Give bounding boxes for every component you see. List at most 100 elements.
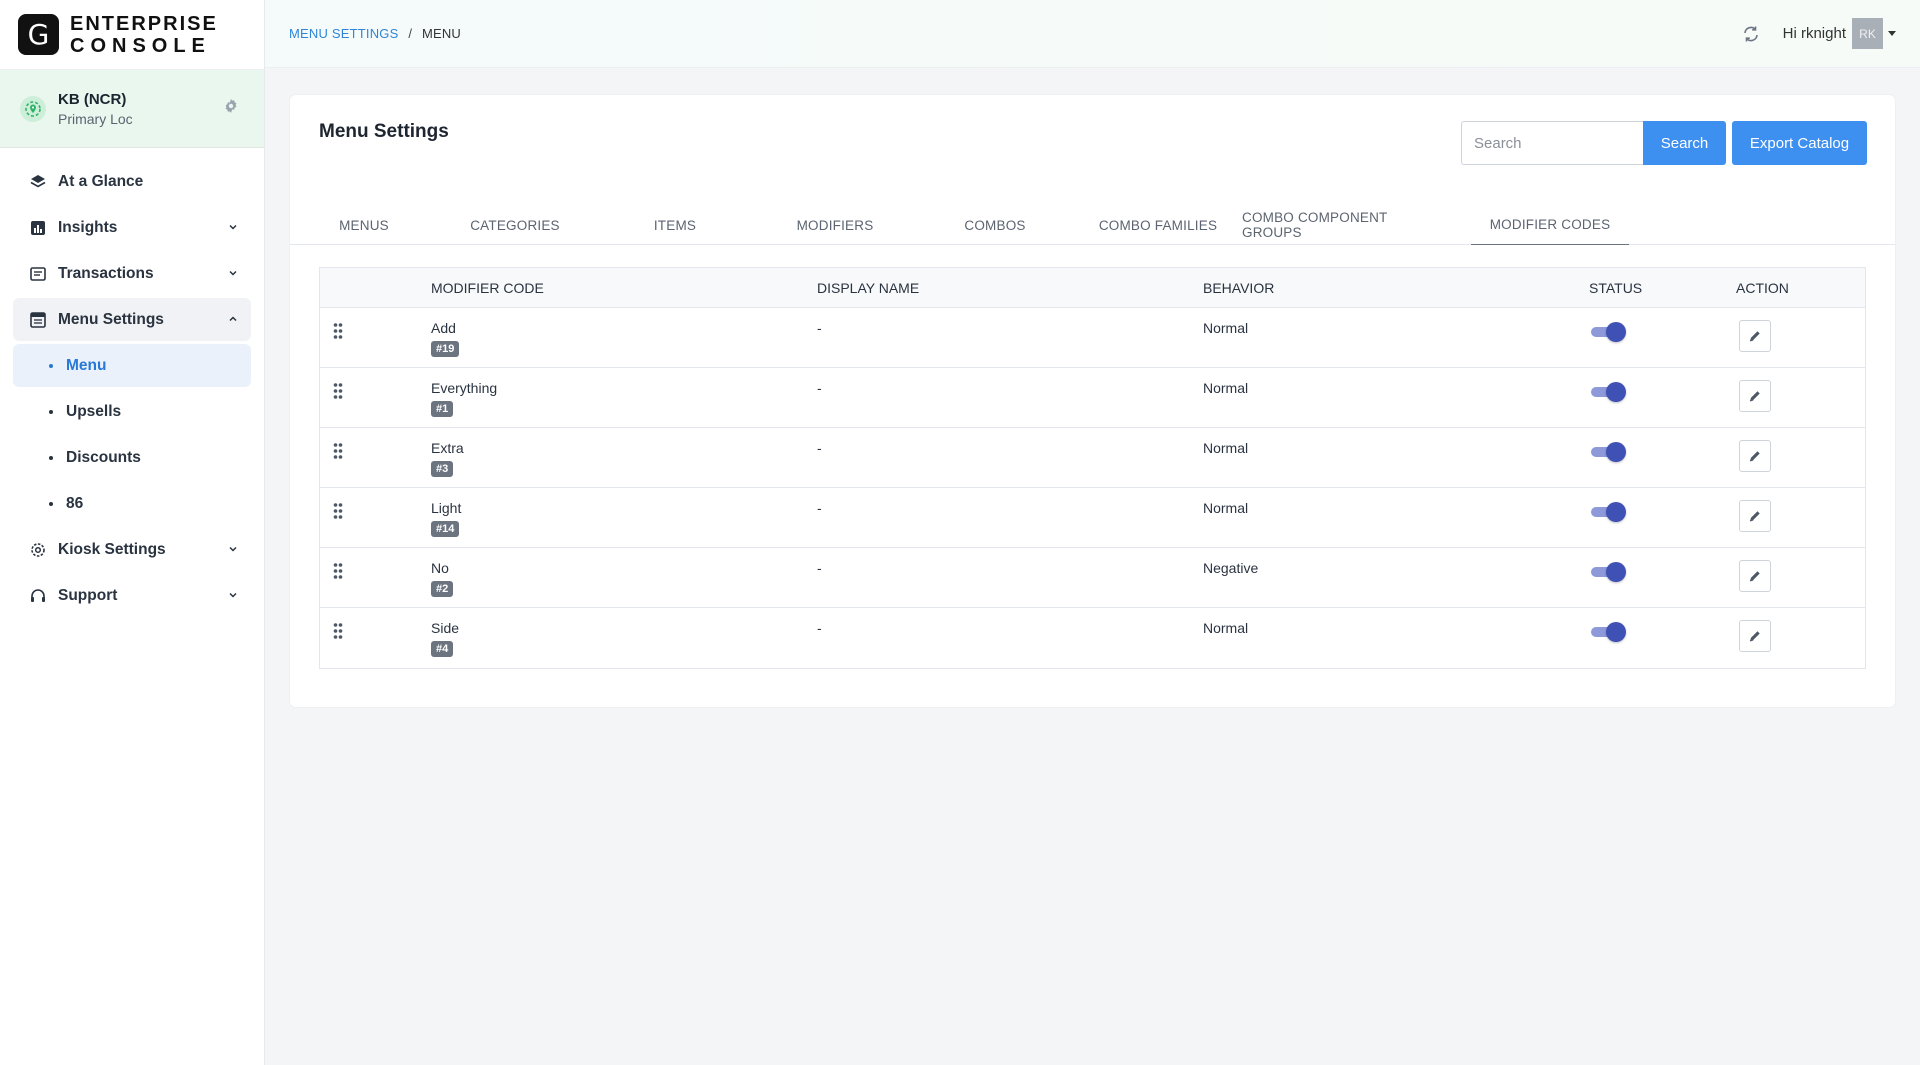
sidebar-item-label: Menu Settings xyxy=(58,310,164,328)
edit-button[interactable] xyxy=(1739,380,1771,412)
location-settings-gear-icon[interactable] xyxy=(223,98,239,119)
status-toggle[interactable] xyxy=(1591,442,1627,462)
sidebar-item-label: Transactions xyxy=(58,264,154,282)
breadcrumb-link-menu-settings[interactable]: MENU SETTINGS xyxy=(289,26,399,41)
tab-combos[interactable]: COMBOS xyxy=(920,205,1070,245)
header-status[interactable]: STATUS xyxy=(1589,280,1642,296)
sidebar-subitem-menu[interactable]: Menu xyxy=(13,344,251,387)
modifier-name: Everything xyxy=(431,380,498,396)
behavior-cell: Negative xyxy=(1203,560,1259,576)
avatar[interactable]: RK xyxy=(1852,18,1883,49)
behavior-cell: Normal xyxy=(1203,500,1249,516)
search-input[interactable] xyxy=(1461,121,1643,165)
header-behavior[interactable]: BEHAVIOR xyxy=(1203,280,1274,296)
edit-button[interactable] xyxy=(1739,620,1771,652)
menu-settings-card: Menu Settings Search Export Catalog MENU… xyxy=(290,95,1895,707)
breadcrumb-separator: / xyxy=(408,26,413,41)
tab-items[interactable]: ITEMS xyxy=(600,205,750,245)
table-header: MODIFIER CODE DISPLAY NAME BEHAVIOR STAT… xyxy=(320,268,1865,308)
modifier-code-cell: Side #4 xyxy=(431,620,459,657)
chevron-down-icon xyxy=(227,542,239,560)
status-toggle[interactable] xyxy=(1591,562,1627,582)
edit-button[interactable] xyxy=(1739,560,1771,592)
sidebar-item-insights[interactable]: Insights xyxy=(13,206,251,249)
user-greeting: Hi rknight xyxy=(1782,25,1846,42)
table-row: Extra #3 - Normal xyxy=(320,428,1865,488)
behavior-cell: Normal xyxy=(1203,380,1249,396)
modifier-code-badge: #14 xyxy=(431,521,460,537)
chevron-down-icon xyxy=(227,266,239,284)
location-pin-icon xyxy=(20,95,46,122)
modifier-name: Extra xyxy=(431,440,464,456)
tab-modifiers[interactable]: MODIFIERS xyxy=(760,205,910,245)
sidebar-item-kiosk-settings[interactable]: Kiosk Settings xyxy=(13,528,251,571)
tab-combo-families[interactable]: COMBO FAMILIES xyxy=(1078,205,1238,245)
table-row: Side #4 - Normal xyxy=(320,608,1865,668)
drag-handle-icon[interactable] xyxy=(333,502,343,523)
tab-modifier-codes[interactable]: MODIFIER CODES xyxy=(1471,205,1629,245)
sidebar-item-label: Insights xyxy=(58,218,118,236)
pencil-icon xyxy=(1748,569,1762,583)
edit-button[interactable] xyxy=(1739,440,1771,472)
drag-handle-icon[interactable] xyxy=(333,382,343,403)
modifier-code-badge: #3 xyxy=(431,461,454,477)
behavior-cell: Normal xyxy=(1203,440,1249,456)
layers-icon xyxy=(28,172,48,192)
drag-handle-icon[interactable] xyxy=(333,442,343,463)
status-toggle[interactable] xyxy=(1591,382,1627,402)
bullet-icon xyxy=(49,501,53,506)
sidebar-item-at-a-glance[interactable]: At a Glance xyxy=(13,160,251,203)
status-toggle[interactable] xyxy=(1591,322,1627,342)
header-display-name[interactable]: DISPLAY NAME xyxy=(817,280,919,296)
chart-icon xyxy=(28,218,48,238)
display-name-cell: - xyxy=(817,320,822,336)
edit-button[interactable] xyxy=(1739,500,1771,532)
refresh-icon[interactable] xyxy=(1741,24,1761,44)
modifier-code-cell: Light #14 xyxy=(431,500,461,537)
brand-line-1: ENTERPRISE xyxy=(70,12,218,35)
sidebar-item-label: Support xyxy=(58,586,118,604)
sidebar-subitem-discounts[interactable]: Discounts xyxy=(13,436,251,479)
modifier-name: Add xyxy=(431,320,456,336)
caret-down-icon[interactable] xyxy=(1888,31,1896,36)
breadcrumb-current: MENU xyxy=(421,26,462,41)
toggle-knob xyxy=(1606,502,1626,522)
location-subtitle: Primary Loc xyxy=(58,110,133,127)
sidebar-subitem-label: Menu xyxy=(66,356,107,374)
toggle-knob xyxy=(1606,382,1626,402)
search-button[interactable]: Search xyxy=(1643,121,1726,165)
drag-handle-icon[interactable] xyxy=(333,622,343,643)
chevron-up-icon xyxy=(227,312,239,330)
bullet-icon xyxy=(49,455,53,460)
status-toggle[interactable] xyxy=(1591,502,1627,522)
chevron-down-icon xyxy=(227,588,239,606)
tab-categories[interactable]: CATEGORIES xyxy=(440,205,590,245)
sidebar-item-transactions[interactable]: Transactions xyxy=(13,252,251,295)
drag-handle-icon[interactable] xyxy=(333,322,343,343)
table-row: No #2 - Negative xyxy=(320,548,1865,608)
sidebar: G ENTERPRISE CONSOLE KB (NCR) Primary Lo… xyxy=(0,0,265,1065)
edit-button[interactable] xyxy=(1739,320,1771,352)
modifier-code-cell: Extra #3 xyxy=(431,440,464,477)
sidebar-subitem-label: 86 xyxy=(66,494,84,512)
sidebar-subitem-upsells[interactable]: Upsells xyxy=(13,390,251,433)
behavior-cell: Normal xyxy=(1203,620,1249,636)
brand[interactable]: G ENTERPRISE CONSOLE xyxy=(0,0,264,70)
location-name: KB (NCR) xyxy=(58,90,127,108)
breadcrumb: MENU SETTINGS / MENU xyxy=(289,26,461,41)
toggle-knob xyxy=(1606,322,1626,342)
tab-menus[interactable]: MENUS xyxy=(308,205,420,245)
export-catalog-button[interactable]: Export Catalog xyxy=(1732,121,1867,165)
sidebar-item-support[interactable]: Support xyxy=(13,574,251,617)
user-area: Hi rknight RK xyxy=(1741,18,1896,49)
modifier-name: No xyxy=(431,560,449,576)
header-modifier-code[interactable]: MODIFIER CODE xyxy=(431,280,544,296)
location-selector[interactable]: KB (NCR) Primary Loc xyxy=(0,70,264,148)
sidebar-subitem-86[interactable]: 86 xyxy=(13,482,251,525)
status-toggle[interactable] xyxy=(1591,622,1627,642)
sidebar-item-menu-settings[interactable]: Menu Settings xyxy=(13,298,251,341)
tab-combo-component-groups[interactable]: COMBO COMPONENT GROUPS xyxy=(1242,205,1442,245)
modifier-name: Side xyxy=(431,620,460,636)
drag-handle-icon[interactable] xyxy=(333,562,343,583)
display-name-cell: - xyxy=(817,560,822,576)
